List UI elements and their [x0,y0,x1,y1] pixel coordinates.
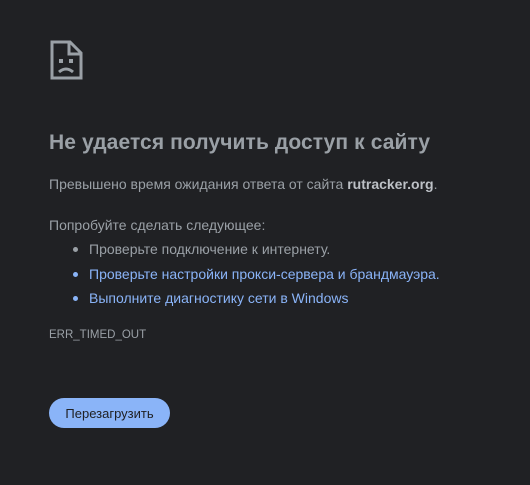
host-name: rutracker.org [347,176,434,192]
error-description: Превышено время ожидания ответа от сайта… [49,176,437,192]
description-suffix: . [433,176,438,192]
sad-page-icon [49,40,83,80]
suggestion-label[interactable]: Проверьте настройки прокси-сервера и бра… [89,266,440,282]
description-prefix: Превышено время ожидания ответа от сайта [49,176,348,192]
bullet-icon [73,296,78,301]
suggestion-label: Проверьте подключение к интернету. [89,241,331,257]
error-page: Не удается получить доступ к сайту Превы… [0,0,530,485]
suggestion-label[interactable]: Выполните диагностику сети в Windows [89,290,348,306]
suggestion-check-proxy-link[interactable]: Проверьте настройки прокси-сервера и бра… [49,262,440,287]
reload-button[interactable]: Перезагрузить [49,398,170,428]
bullet-icon [73,271,78,277]
suggestions-list: Проверьте подключение к интернету. Прове… [49,237,440,311]
bullet-icon [73,247,78,252]
suggestion-check-connection: Проверьте подключение к интернету. [49,237,440,262]
page-title: Не удается получить доступ к сайту [49,131,431,154]
suggestions-heading: Попробуйте сделать следующее: [49,217,266,233]
error-code: ERR_TIMED_OUT [49,329,147,341]
suggestion-network-diagnostics-link[interactable]: Выполните диагностику сети в Windows [49,286,440,311]
